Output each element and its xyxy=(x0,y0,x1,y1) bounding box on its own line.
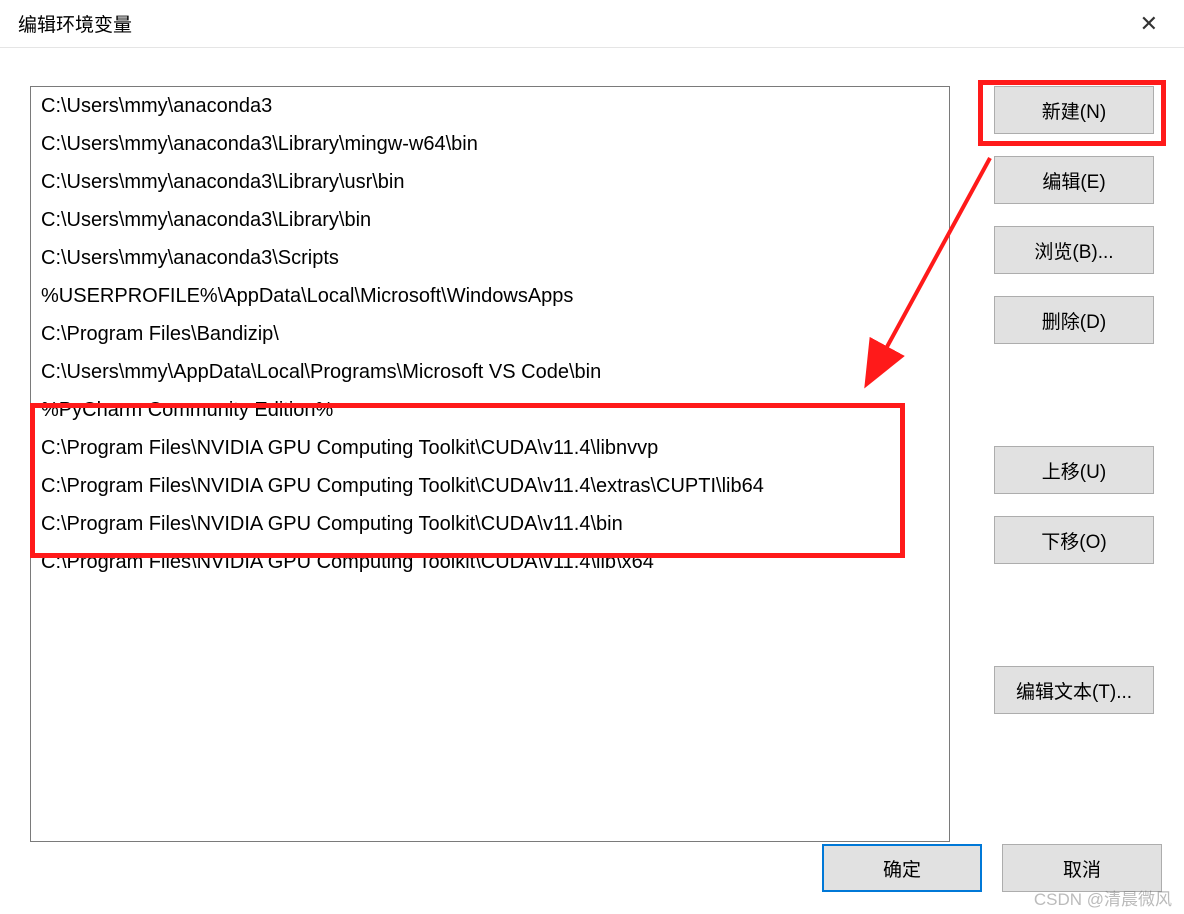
list-item[interactable]: C:\Users\mmy\anaconda3\Library\usr\bin xyxy=(31,163,949,201)
cancel-button[interactable]: 取消 xyxy=(1002,844,1162,892)
move-down-button[interactable]: 下移(O) xyxy=(994,516,1154,564)
ok-button[interactable]: 确定 xyxy=(822,844,982,892)
list-item[interactable]: C:\Users\mmy\AppData\Local\Programs\Micr… xyxy=(31,353,949,391)
move-up-button[interactable]: 上移(U) xyxy=(994,446,1154,494)
titlebar: 编辑环境变量 ✕ xyxy=(0,0,1184,48)
close-icon[interactable]: ✕ xyxy=(1132,9,1166,39)
list-item[interactable]: C:\Program Files\NVIDIA GPU Computing To… xyxy=(31,505,949,543)
new-button[interactable]: 新建(N) xyxy=(994,86,1154,134)
edit-button[interactable]: 编辑(E) xyxy=(994,156,1154,204)
list-item[interactable]: C:\Users\mmy\anaconda3\Library\mingw-w64… xyxy=(31,125,949,163)
list-item[interactable]: C:\Program Files\NVIDIA GPU Computing To… xyxy=(31,429,949,467)
list-item[interactable]: %USERPROFILE%\AppData\Local\Microsoft\Wi… xyxy=(31,277,949,315)
dialog-body: C:\Users\mmy\anaconda3 C:\Users\mmy\anac… xyxy=(0,48,1184,914)
list-item[interactable]: C:\Program Files\NVIDIA GPU Computing To… xyxy=(31,543,949,581)
dialog-title: 编辑环境变量 xyxy=(18,10,132,37)
list-item[interactable]: C:\Program Files\Bandizip\ xyxy=(31,315,949,353)
browse-button[interactable]: 浏览(B)... xyxy=(994,226,1154,274)
dialog-bottom-buttons: 确定 取消 xyxy=(822,844,1162,892)
edit-text-button[interactable]: 编辑文本(T)... xyxy=(994,666,1154,714)
list-item[interactable]: C:\Users\mmy\anaconda3 xyxy=(31,87,949,125)
list-item[interactable]: C:\Users\mmy\anaconda3\Scripts xyxy=(31,239,949,277)
list-item[interactable]: C:\Users\mmy\anaconda3\Library\bin xyxy=(31,201,949,239)
path-listbox[interactable]: C:\Users\mmy\anaconda3 C:\Users\mmy\anac… xyxy=(30,86,950,842)
list-item[interactable]: C:\Program Files\NVIDIA GPU Computing To… xyxy=(31,467,949,505)
button-column: 新建(N) 编辑(E) 浏览(B)... 删除(D) 上移(U) 下移(O) 编… xyxy=(994,86,1154,736)
list-item[interactable]: %PyCharm Community Edition% xyxy=(31,391,949,429)
delete-button[interactable]: 删除(D) xyxy=(994,296,1154,344)
